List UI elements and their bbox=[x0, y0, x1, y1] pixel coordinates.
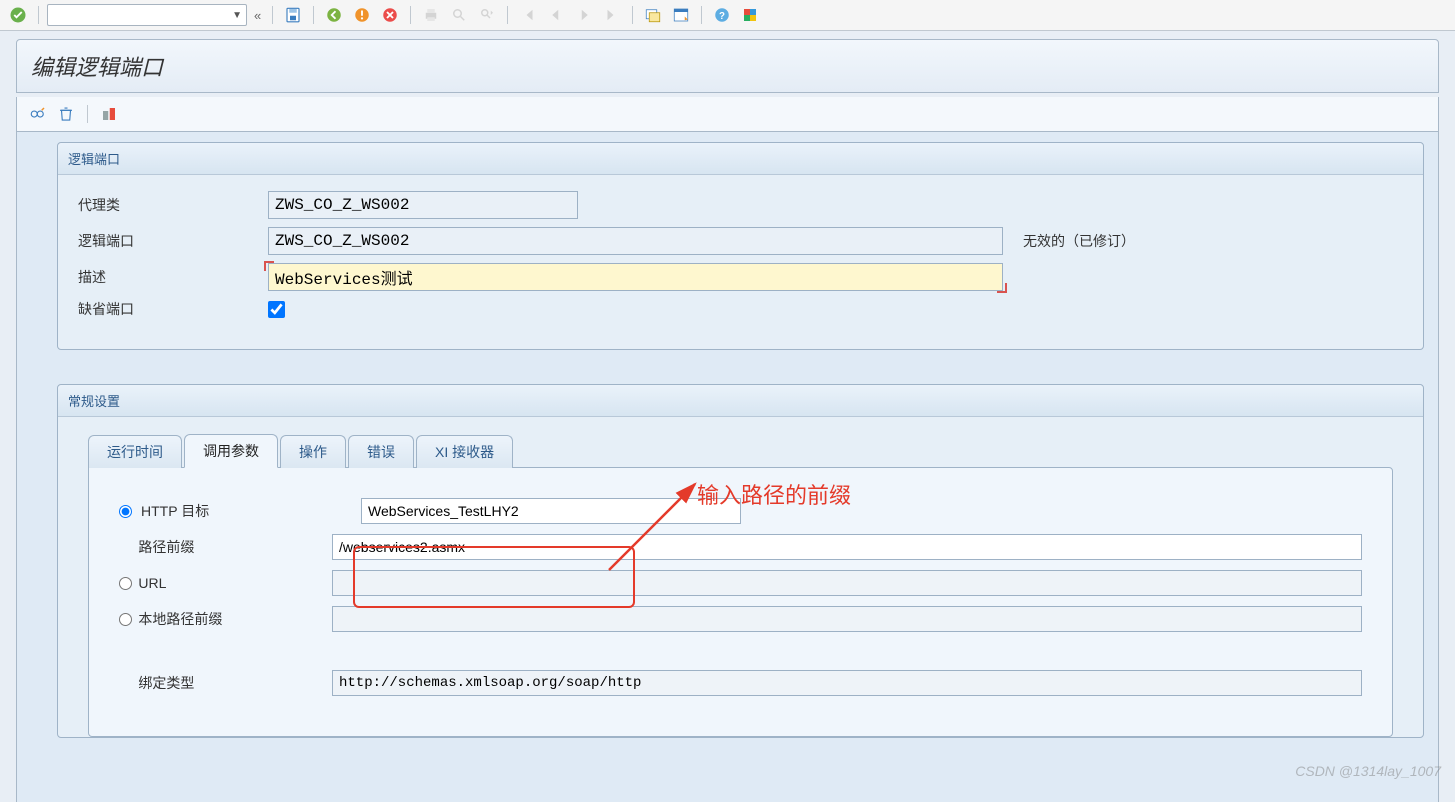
tab-operations[interactable]: 操作 bbox=[280, 435, 346, 468]
proxy-class-label: 代理类 bbox=[78, 195, 268, 215]
prevpage-icon bbox=[544, 3, 568, 27]
delete-icon[interactable] bbox=[55, 103, 77, 125]
path-prefix-field[interactable] bbox=[332, 534, 1362, 560]
separator bbox=[507, 6, 508, 24]
tab-errors[interactable]: 错误 bbox=[348, 435, 414, 468]
cancel-icon[interactable] bbox=[378, 3, 402, 27]
save-icon[interactable] bbox=[281, 3, 305, 27]
active-icon[interactable] bbox=[98, 103, 120, 125]
binding-type-label: 绑定类型 bbox=[138, 673, 332, 693]
desc-field[interactable] bbox=[268, 263, 1003, 291]
logical-port-field bbox=[268, 227, 1003, 255]
separator bbox=[701, 6, 702, 24]
tab-call-params[interactable]: 调用参数 bbox=[184, 434, 278, 468]
http-target-field[interactable] bbox=[361, 498, 741, 524]
http-target-radio[interactable] bbox=[119, 505, 132, 518]
ok-button[interactable] bbox=[6, 3, 30, 27]
tabs: 运行时间 调用参数 操作 错误 XI 接收器 bbox=[58, 433, 1423, 467]
history-chevron-icon[interactable]: « bbox=[251, 8, 264, 23]
logical-port-label: 逻辑端口 bbox=[78, 231, 268, 251]
separator bbox=[87, 105, 88, 123]
session-icon[interactable] bbox=[641, 3, 665, 27]
focus-corner-icon bbox=[997, 283, 1007, 293]
find-icon bbox=[447, 3, 471, 27]
separator bbox=[38, 6, 39, 24]
back-icon[interactable] bbox=[322, 3, 346, 27]
print-icon bbox=[419, 3, 443, 27]
local-prefix-radio[interactable] bbox=[119, 613, 132, 626]
tab-runtime[interactable]: 运行时间 bbox=[88, 435, 182, 468]
proxy-class-field bbox=[268, 191, 578, 219]
svg-text:?: ? bbox=[719, 11, 725, 22]
default-port-checkbox[interactable] bbox=[268, 301, 285, 318]
url-field bbox=[332, 570, 1362, 596]
status-badge: 无效的（已修订） bbox=[1023, 231, 1135, 251]
first-icon bbox=[516, 3, 540, 27]
content-area: 逻辑端口 代理类 逻辑端口 无效的（已修订） 描述 缺省端口 bbox=[16, 132, 1439, 802]
tab-xi-receiver[interactable]: XI 接收器 bbox=[416, 435, 513, 468]
group-logical-port: 逻辑端口 代理类 逻辑端口 无效的（已修订） 描述 缺省端口 bbox=[57, 142, 1424, 350]
binding-type-field bbox=[332, 670, 1362, 696]
desc-label: 描述 bbox=[78, 267, 268, 287]
url-label: URL bbox=[138, 575, 332, 591]
nextpage-icon bbox=[572, 3, 596, 27]
sub-toolbar bbox=[16, 97, 1439, 132]
local-prefix-field bbox=[332, 606, 1362, 632]
group-legend: 逻辑端口 bbox=[58, 143, 1423, 175]
last-icon bbox=[600, 3, 624, 27]
page-title: 编辑逻辑端口 bbox=[16, 39, 1439, 93]
tab-panel-call-params: HTTP 目标 路径前缀 URL 本地路径前缀 bbox=[88, 467, 1393, 737]
top-toolbar: ▼ « ? bbox=[0, 0, 1455, 31]
color-icon[interactable] bbox=[738, 3, 762, 27]
separator bbox=[632, 6, 633, 24]
edit-icon[interactable] bbox=[27, 103, 49, 125]
url-radio[interactable] bbox=[119, 577, 132, 590]
default-port-label: 缺省端口 bbox=[78, 299, 268, 319]
local-prefix-label: 本地路径前缀 bbox=[138, 609, 332, 629]
help-icon[interactable]: ? bbox=[710, 3, 734, 27]
separator bbox=[272, 6, 273, 24]
path-prefix-label: 路径前缀 bbox=[138, 537, 332, 557]
layout-icon[interactable] bbox=[669, 3, 693, 27]
findnext-icon bbox=[475, 3, 499, 27]
http-target-label: HTTP 目标 bbox=[141, 501, 361, 521]
separator bbox=[313, 6, 314, 24]
watermark: CSDN @1314lay_1007 bbox=[1295, 763, 1441, 779]
separator bbox=[410, 6, 411, 24]
group-general-settings: 常规设置 运行时间 调用参数 操作 错误 XI 接收器 HTTP 目标 路径前缀 bbox=[57, 384, 1424, 738]
end-icon[interactable] bbox=[350, 3, 374, 27]
command-field[interactable]: ▼ bbox=[47, 4, 247, 26]
group-legend: 常规设置 bbox=[58, 385, 1423, 417]
